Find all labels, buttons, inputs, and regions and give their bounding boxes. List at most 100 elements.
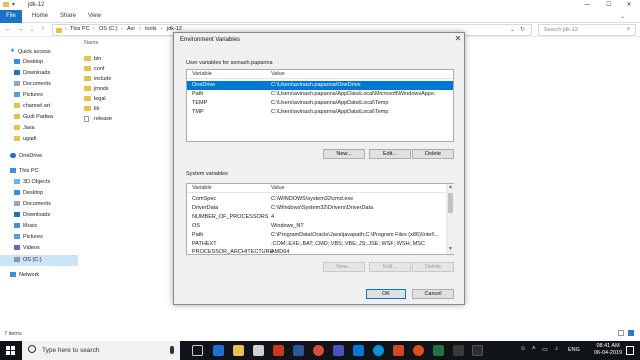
nav-ugadi[interactable]: ugadi	[0, 134, 78, 145]
system-variable-row[interactable]: Path C:\ProgramData\Oracle\Java\javapath…	[187, 231, 447, 240]
cmd-icon[interactable]	[472, 345, 483, 356]
skype-icon[interactable]	[373, 345, 384, 356]
quick-access-toolbar-icon[interactable]: ▾	[12, 1, 15, 8]
office-icon[interactable]	[273, 345, 284, 356]
column-header-value[interactable]: Value	[271, 185, 285, 191]
nav-quick-access[interactable]: ★ Quick access	[0, 46, 78, 57]
task-view-icon[interactable]	[192, 345, 203, 356]
user-variable-row[interactable]: TEMP C:\Users\avinash.papanna\AppData\Lo…	[187, 99, 453, 108]
list-item[interactable]: lib	[84, 104, 100, 114]
nav-downloads[interactable]: Downloads	[0, 68, 78, 79]
breadcrumb-avi[interactable]: Avi	[127, 26, 135, 32]
nav-music[interactable]: Music	[0, 221, 78, 232]
system-delete-button[interactable]: Delete	[412, 262, 454, 272]
refresh-icon[interactable]: ↻	[520, 26, 525, 33]
system-variable-row[interactable]: OS Windows_NT	[187, 222, 447, 231]
store-icon[interactable]	[253, 345, 264, 356]
file-explorer-icon[interactable]	[233, 345, 244, 356]
list-item[interactable]: jmods	[84, 84, 109, 94]
ok-button[interactable]: OK	[366, 289, 406, 299]
user-variable-row[interactable]: TMP C:\Users\avinash.papanna\AppData\Loc…	[187, 108, 453, 117]
user-variable-row[interactable]: Path C:\Users\avinash.papanna\AppData\Lo…	[187, 90, 453, 99]
breadcrumb-tools[interactable]: tools	[145, 26, 157, 32]
cancel-button[interactable]: Cancel	[412, 289, 454, 299]
nav-pictures[interactable]: Pictures	[0, 90, 78, 101]
edge-icon[interactable]	[213, 345, 224, 356]
notifications-icon[interactable]	[626, 346, 634, 355]
scroll-thumb[interactable]	[448, 193, 453, 213]
recent-locations-icon[interactable]: ⌄	[27, 24, 37, 36]
tab-home[interactable]: Home	[26, 10, 54, 23]
user-edit-button[interactable]: Edit...	[369, 149, 411, 159]
breadcrumb-this-pc[interactable]: This PC	[70, 26, 90, 32]
breadcrumb-os-c[interactable]: OS (C:)	[99, 26, 118, 32]
details-view-icon[interactable]	[618, 330, 624, 336]
nav-java[interactable]: Java	[0, 123, 78, 134]
search-input[interactable]: Search jdk-12	[544, 27, 578, 33]
nav-this-pc[interactable]: This PC	[0, 166, 78, 177]
maximize-button[interactable]: ☐	[598, 0, 620, 10]
nav-channel-art[interactable]: channel art	[0, 101, 78, 112]
back-arrow-icon[interactable]: ←	[3, 24, 13, 36]
user-new-button[interactable]: New...	[323, 149, 365, 159]
nav-documents[interactable]: Documents	[0, 79, 78, 90]
onenote-icon[interactable]	[353, 345, 364, 356]
column-header-variable[interactable]: Variable	[192, 185, 212, 191]
scroll-up-icon[interactable]: ▲	[448, 184, 453, 190]
system-variables-list[interactable]: Variable Value ComSpec C:\WINDOWS\system…	[186, 183, 454, 255]
nav-pc-documents[interactable]: Documents	[0, 199, 78, 210]
nav-desktop[interactable]: Desktop	[0, 57, 78, 68]
user-delete-button[interactable]: Delete	[412, 149, 454, 159]
excel-icon[interactable]	[433, 345, 444, 356]
list-item[interactable]: conf	[84, 64, 104, 74]
volume-icon[interactable]: ♪	[555, 346, 558, 352]
column-header-name[interactable]: Name	[84, 40, 99, 46]
minimize-button[interactable]: —	[576, 0, 598, 10]
clock[interactable]: 08:41 AM 06-04-2019	[594, 343, 622, 357]
list-item[interactable]: legal	[84, 94, 106, 104]
forward-arrow-icon[interactable]: →	[15, 24, 25, 36]
nav-os-c[interactable]: OS (C:)	[0, 255, 78, 266]
up-arrow-icon[interactable]: ↑	[38, 24, 48, 36]
dialog-close-icon[interactable]: ✕	[452, 34, 464, 44]
nav-gudi-padwa[interactable]: Gudi Padwa	[0, 112, 78, 123]
list-item[interactable]: release	[84, 114, 112, 124]
tab-share[interactable]: Share	[54, 10, 82, 23]
chrome-icon[interactable]	[313, 345, 324, 356]
language-indicator[interactable]: ENG	[568, 347, 580, 353]
list-item[interactable]: include	[84, 74, 111, 84]
search-box[interactable]: Search jdk-12 ⌕	[538, 24, 636, 36]
column-header-variable[interactable]: Variable	[192, 71, 212, 77]
nav-pc-downloads[interactable]: Downloads	[0, 210, 78, 221]
large-icons-view-icon[interactable]	[628, 330, 634, 336]
show-hidden-icons-icon[interactable]: ˄	[532, 346, 536, 352]
nav-3d-objects[interactable]: 3D Objects	[0, 177, 78, 188]
close-button[interactable]: ✕	[618, 0, 640, 10]
system-variable-row[interactable]: NUMBER_OF_PROCESSORS 4	[187, 213, 447, 222]
microphone-icon[interactable]	[170, 346, 174, 354]
nav-network[interactable]: Network	[0, 270, 78, 281]
start-button[interactable]	[0, 341, 20, 360]
system-edit-button[interactable]: Edit...	[369, 262, 411, 272]
powerpoint-icon[interactable]	[393, 345, 404, 356]
nav-pc-pictures[interactable]: Pictures	[0, 232, 78, 243]
nav-onedrive[interactable]: OneDrive	[0, 151, 78, 162]
system-variable-row[interactable]: ComSpec C:\WINDOWS\system32\cmd.exe	[187, 195, 447, 204]
scroll-down-icon[interactable]: ▼	[448, 246, 453, 252]
app-icon[interactable]	[453, 345, 464, 356]
app-icon[interactable]	[413, 345, 424, 356]
expand-ribbon-icon[interactable]: ⌄	[620, 13, 625, 20]
nav-videos[interactable]: Videos	[0, 243, 78, 254]
tab-view[interactable]: View	[82, 10, 107, 23]
user-variable-row[interactable]: OneDrive C:\Users\avinash.papanna\OneDri…	[187, 81, 453, 90]
list-item[interactable]: bin	[84, 54, 101, 64]
column-header-value[interactable]: Value	[271, 71, 285, 77]
tab-file[interactable]: File	[0, 10, 22, 23]
people-icon[interactable]: ☺	[520, 346, 526, 352]
network-tray-icon[interactable]: ▭	[542, 346, 548, 353]
outlook-icon[interactable]	[293, 345, 304, 356]
nav-pc-desktop[interactable]: Desktop	[0, 188, 78, 199]
system-new-button[interactable]: New...	[323, 262, 365, 272]
address-dropdown-icon[interactable]: ⌄	[510, 26, 515, 33]
taskbar-search-input[interactable]: Type here to search	[42, 347, 99, 354]
